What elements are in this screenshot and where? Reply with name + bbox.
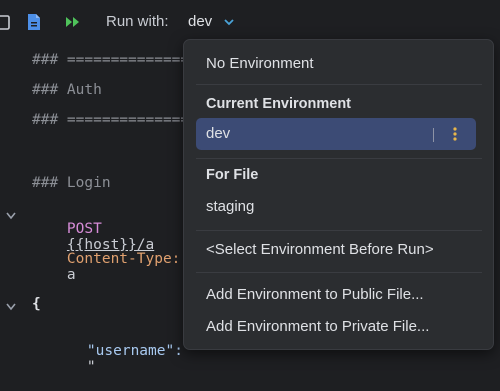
add-env-private-item[interactable]: Add Environment to Private File... bbox=[206, 318, 429, 335]
env-item-staging[interactable]: staging bbox=[206, 198, 254, 215]
header-line: Content-Type: a bbox=[32, 235, 181, 299]
chevron-down-icon[interactable] bbox=[224, 19, 234, 26]
current-environment-header: Current Environment bbox=[206, 96, 352, 112]
add-env-public-item[interactable]: Add Environment to Public File... bbox=[206, 286, 424, 303]
code-line: ### Auth bbox=[32, 82, 102, 98]
environment-popup: No Environment Current Environment dev F… bbox=[183, 39, 494, 350]
divider bbox=[196, 272, 482, 273]
run-with-label: Run with: bbox=[106, 13, 169, 30]
copy-icon[interactable] bbox=[0, 13, 14, 31]
body-line: "username": " bbox=[52, 327, 183, 391]
environment-selector[interactable]: dev bbox=[188, 13, 212, 30]
header-value: a bbox=[66, 267, 76, 283]
fold-chevron-icon[interactable] bbox=[6, 212, 16, 220]
header-key: Content-Type: bbox=[66, 251, 181, 267]
toolbar: Run with: dev bbox=[0, 0, 500, 44]
file-icon[interactable] bbox=[25, 13, 43, 31]
divider bbox=[196, 230, 482, 231]
fold-chevron-icon[interactable] bbox=[6, 303, 16, 311]
code-line: ### Login bbox=[32, 175, 111, 191]
json-value: " bbox=[86, 359, 96, 375]
run-all-icon[interactable] bbox=[64, 13, 82, 31]
selected-env-row[interactable] bbox=[196, 118, 476, 150]
select-before-run-item[interactable]: <Select Environment Before Run> bbox=[206, 241, 434, 258]
for-file-header: For File bbox=[206, 167, 259, 183]
divider bbox=[196, 84, 482, 85]
no-environment-item[interactable]: No Environment bbox=[206, 55, 314, 72]
row-separator bbox=[433, 128, 434, 142]
code-line: { bbox=[32, 296, 41, 312]
json-key: "username": bbox=[86, 343, 183, 359]
more-options-icon[interactable] bbox=[453, 127, 457, 141]
divider bbox=[196, 158, 482, 159]
env-item-dev[interactable]: dev bbox=[206, 125, 230, 142]
